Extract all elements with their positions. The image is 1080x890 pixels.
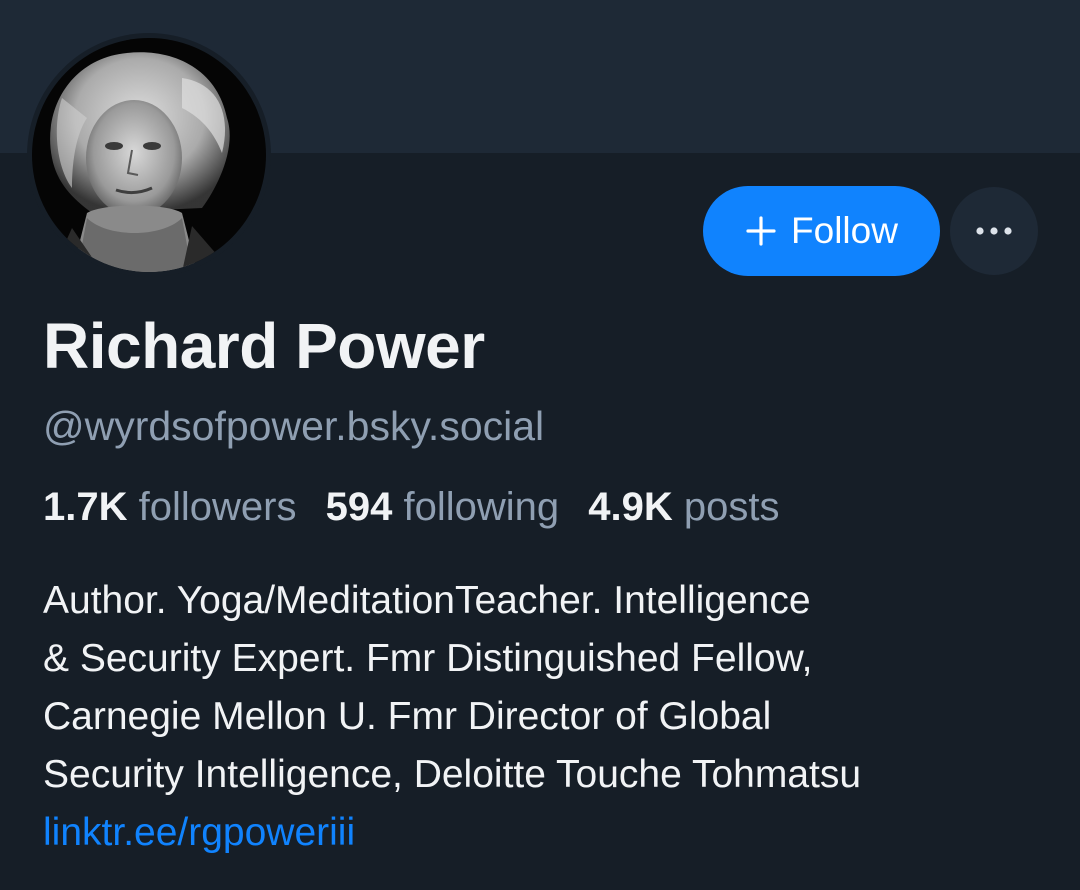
posts-count: 4.9K (588, 485, 673, 529)
following-label: following (403, 485, 560, 529)
posts-stat: 4.9K posts (588, 485, 779, 529)
bio-line: Security Intelligence, Deloitte Touche T… (43, 753, 862, 796)
bio-line: Author. Yoga/MeditationTeacher. Intellig… (43, 579, 811, 622)
posts-label: posts (683, 485, 780, 529)
display-name: Richard Power (43, 310, 485, 382)
avatar-photo (32, 38, 266, 272)
more-options-button[interactable] (950, 187, 1038, 275)
bio-line: Carnegie Mellon U. Fmr Director of Globa… (43, 695, 772, 738)
followers-count: 1.7K (43, 485, 128, 529)
avatar[interactable] (27, 33, 271, 277)
followers-label: followers (138, 485, 297, 529)
follow-button[interactable]: Follow (703, 186, 940, 276)
plus-icon (746, 216, 776, 246)
following-count: 594 (325, 485, 393, 529)
profile-handle: @wyrdsofpower.bsky.social (43, 403, 545, 449)
following-stat[interactable]: 594 following (326, 485, 560, 529)
bio-link[interactable]: linktr.ee/rgpoweriii (43, 804, 1053, 862)
profile-bio: Author. Yoga/MeditationTeacher. Intellig… (43, 572, 1053, 862)
profile-stats: 1.7K followers 594 following 4.9K posts (43, 483, 797, 531)
ellipsis-icon (976, 227, 1012, 235)
follow-button-label: Follow (791, 210, 898, 251)
bio-line: & Security Expert. Fmr Distinguished Fel… (43, 637, 813, 680)
followers-stat[interactable]: 1.7K followers (43, 485, 296, 529)
